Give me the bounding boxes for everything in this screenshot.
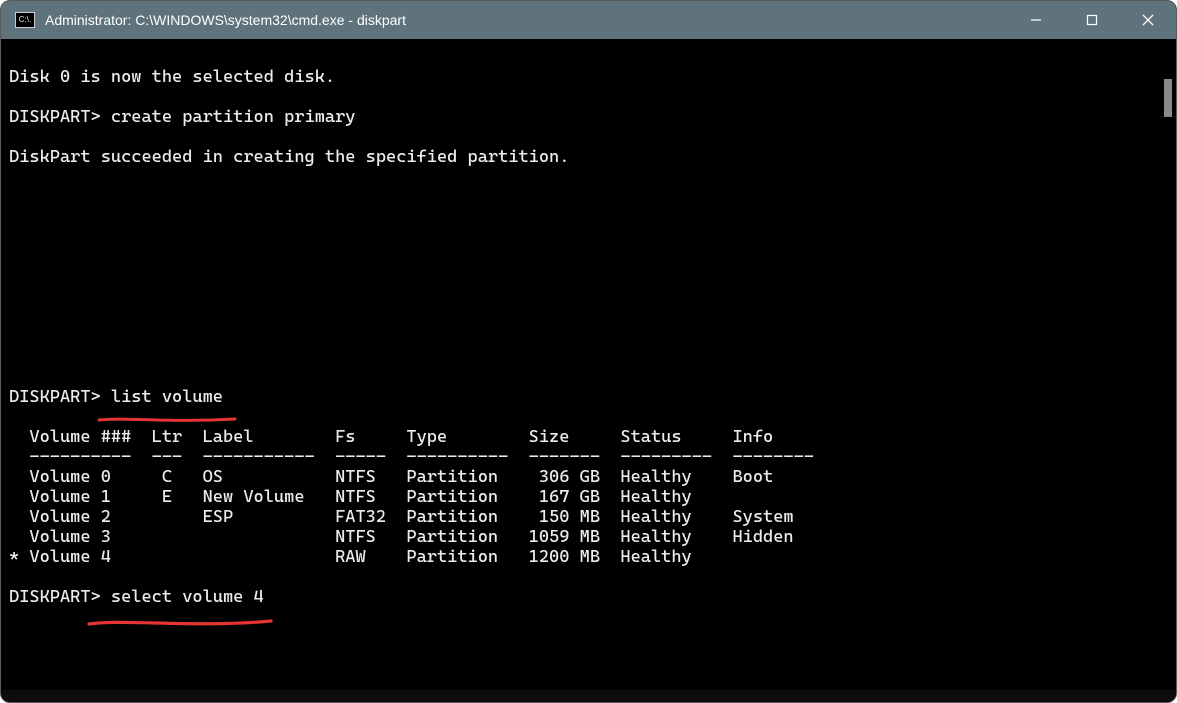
table-row: Volume 1 E New Volume NTFS Partition 167…: [9, 487, 692, 507]
terminal-output: Disk 0 is now the selected disk. DISKPAR…: [9, 67, 1176, 607]
minimize-icon: [1030, 14, 1042, 26]
table-row: Volume 3 NTFS Partition 1059 MB Healthy …: [9, 527, 794, 547]
table-separator: ---------- --- ----------- ----- -------…: [9, 447, 814, 467]
prompt-line: DISKPART> select volume 4: [9, 587, 264, 607]
table-row: Volume 0 C OS NTFS Partition 306 GB Heal…: [9, 467, 773, 487]
annotation-underline: [85, 617, 275, 631]
table-header: Volume ### Ltr Label Fs Type Size Status…: [9, 427, 773, 447]
window-title: Administrator: C:\WINDOWS\system32\cmd.e…: [45, 12, 406, 28]
cmd-window: C:\. Administrator: C:\WINDOWS\system32\…: [0, 0, 1177, 703]
scrollbar-thumb[interactable]: [1164, 79, 1172, 117]
maximize-button[interactable]: [1064, 1, 1120, 39]
close-icon: [1142, 14, 1154, 26]
scrollbar[interactable]: [1162, 45, 1174, 665]
output-line: DiskPart succeeded in creating the speci…: [9, 147, 569, 167]
cmd-icon: C:\.: [15, 12, 35, 28]
titlebar[interactable]: C:\. Administrator: C:\WINDOWS\system32\…: [1, 1, 1176, 39]
table-row: * Volume 4 RAW Partition 1200 MB Healthy: [9, 547, 692, 567]
terminal-viewport[interactable]: Disk 0 is now the selected disk. DISKPAR…: [1, 39, 1176, 702]
table-row: Volume 2 ESP FAT32 Partition 150 MB Heal…: [9, 507, 794, 527]
prompt-line: DISKPART> create partition primary: [9, 107, 355, 127]
prompt-line: DISKPART> list volume: [9, 387, 223, 407]
close-button[interactable]: [1120, 1, 1176, 39]
output-line: Disk 0 is now the selected disk.: [9, 67, 335, 87]
minimize-button[interactable]: [1008, 1, 1064, 39]
maximize-icon: [1086, 14, 1098, 26]
bottom-border: [1, 690, 1176, 702]
